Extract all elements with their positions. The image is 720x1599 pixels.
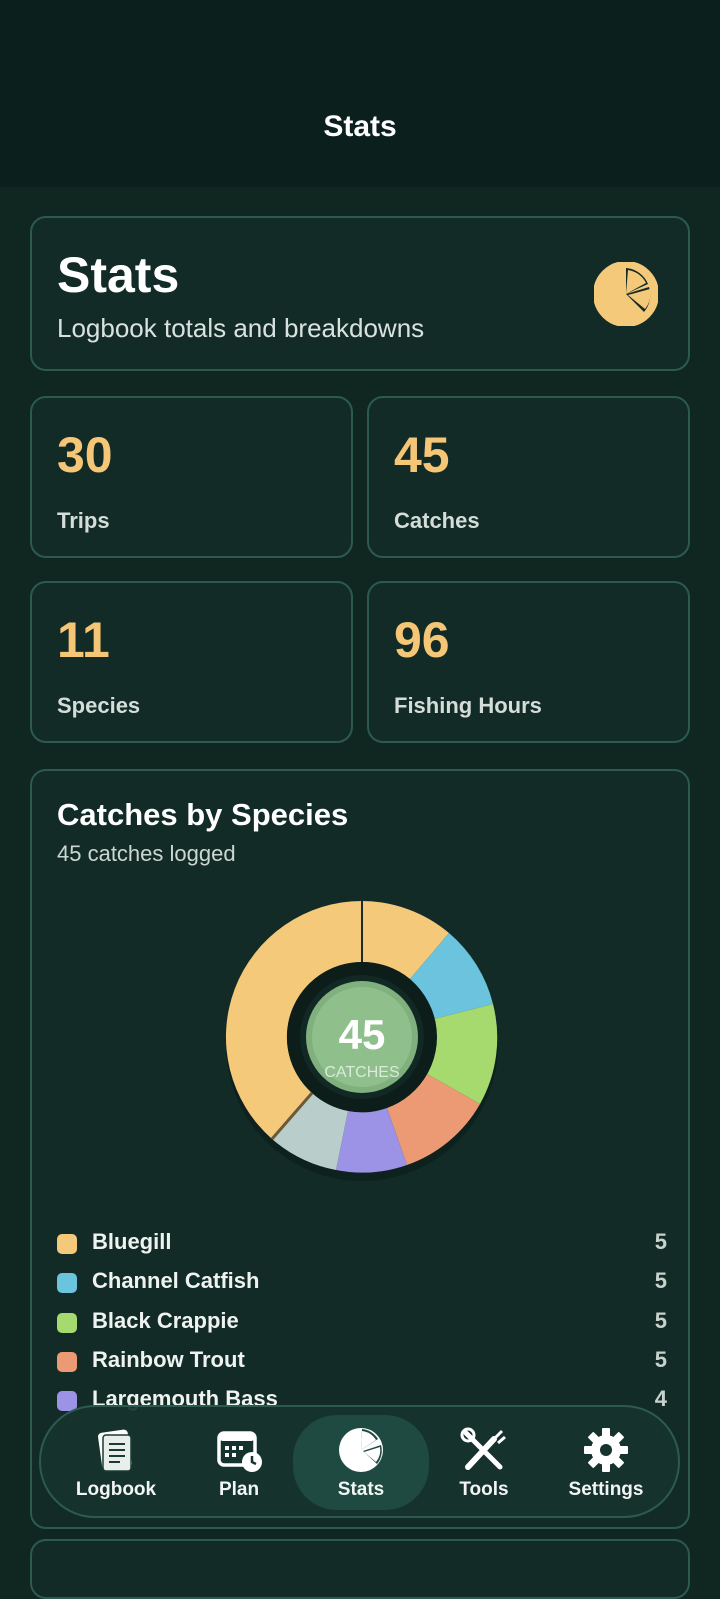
tab-label: Stats (337, 1479, 385, 1500)
legend-swatch (57, 1312, 77, 1333)
legend-swatch (57, 1351, 77, 1372)
section-title: Catches by Species (57, 797, 349, 832)
legend-item[interactable]: Black Crappie 5 (57, 1305, 667, 1344)
legend-species-name: Black Crappie (92, 1307, 239, 1333)
legend-count: 5 (654, 1229, 667, 1254)
donut-center-value: 45 (339, 1011, 386, 1058)
tab-logbook[interactable]: Logbook (55, 1407, 177, 1516)
tab-label: Settings (568, 1479, 644, 1500)
stat-card-catches: 45 Catches (367, 396, 690, 558)
legend-item[interactable]: Rainbow Trout 5 (57, 1344, 667, 1383)
species-donut-chart[interactable]: 45 CATCHES (220, 897, 504, 1197)
tab-label: Plan (218, 1479, 260, 1500)
stat-label: Species (57, 693, 141, 718)
stat-label: Fishing Hours (394, 693, 542, 718)
logbook-icon (98, 1429, 132, 1472)
stat-label: Catches (394, 508, 480, 533)
tab-label: Logbook (75, 1479, 157, 1500)
stat-value: 96 (394, 612, 450, 668)
donut-center-label: CATCHES (324, 1064, 399, 1081)
tab-plan[interactable]: Plan (178, 1407, 300, 1516)
stat-value: 30 (57, 427, 113, 483)
stats-header-card: Stats Logbook totals and breakdowns (30, 216, 690, 371)
pie-chart-icon (339, 1428, 383, 1472)
tab-bar: Logbook Plan Stats Tools Settings (39, 1405, 680, 1518)
stats-screen[interactable]: Stats Logbook totals and breakdowns 30 T… (0, 187, 720, 1599)
legend-species-name: Rainbow Trout (92, 1346, 245, 1372)
tools-icon (460, 1427, 506, 1470)
stat-card-fishing-hours: 96 Fishing Hours (367, 581, 690, 743)
tab-stats[interactable]: Stats (293, 1415, 429, 1510)
legend-count: 5 (654, 1346, 667, 1372)
stat-value: 45 (394, 427, 450, 483)
stat-card-species: 11 Species (30, 581, 353, 743)
calendar-clock-icon (217, 1431, 262, 1472)
navigation-bar: Stats (0, 0, 720, 187)
stat-value: 11 (57, 612, 110, 668)
legend-count: 5 (654, 1268, 667, 1294)
legend-item[interactable]: Channel Catfish 5 (57, 1265, 667, 1304)
section-subtitle: 45 catches logged (57, 841, 236, 866)
legend-swatch (57, 1273, 77, 1294)
gear-icon (584, 1428, 628, 1472)
tab-tools[interactable]: Tools (423, 1407, 545, 1516)
legend-species-name: Channel Catfish (92, 1268, 260, 1294)
legend-species-name: Bluegill (92, 1229, 172, 1254)
stat-label: Trips (57, 508, 110, 533)
pie-chart-icon (594, 262, 658, 326)
species-legend: Bluegill 5 Channel Catfish 5 Black Crapp… (57, 1226, 667, 1422)
tab-settings[interactable]: Settings (545, 1407, 667, 1516)
tab-label: Tools (459, 1479, 509, 1500)
next-card-peek (30, 1539, 690, 1599)
page-subtitle: Logbook totals and breakdowns (57, 313, 425, 343)
legend-swatch (57, 1234, 77, 1254)
page-title: Stats (57, 247, 180, 303)
nav-title: Stats (323, 110, 397, 143)
legend-item[interactable]: Bluegill 5 (57, 1226, 667, 1265)
legend-count: 5 (654, 1307, 667, 1333)
stat-card-trips: 30 Trips (30, 396, 353, 558)
